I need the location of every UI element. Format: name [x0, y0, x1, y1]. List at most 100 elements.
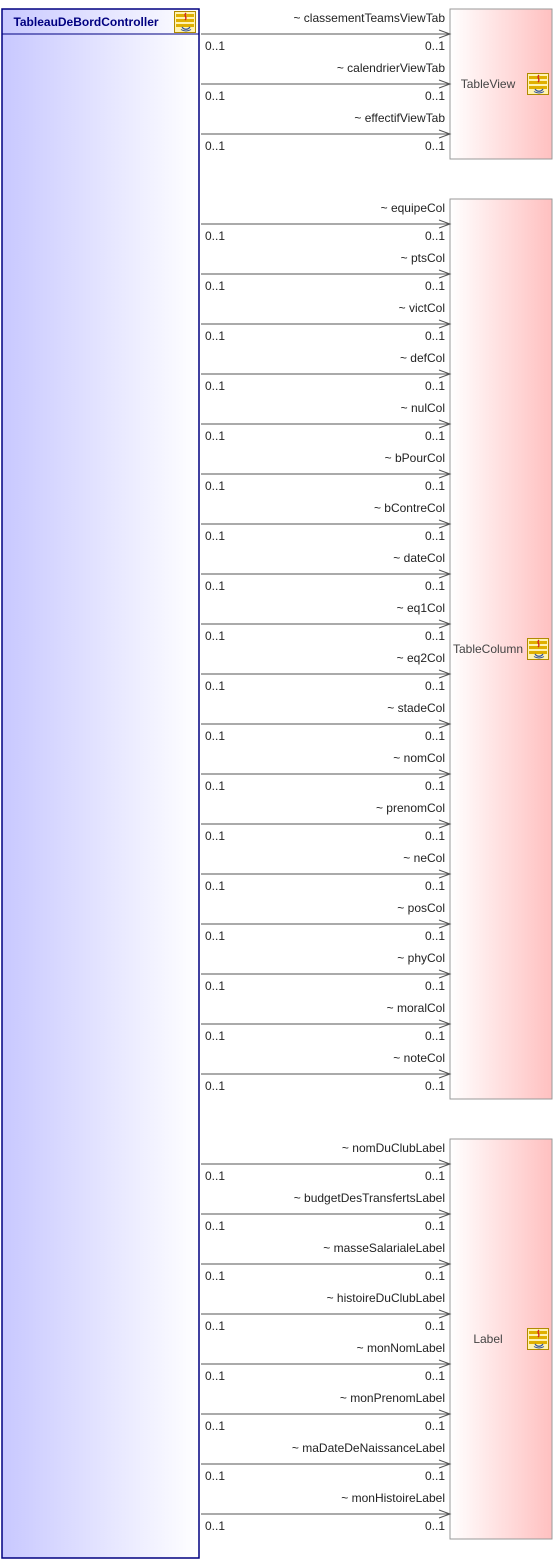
target-multiplicity: 0..1 — [425, 1029, 445, 1043]
target-multiplicity: 0..1 — [425, 479, 445, 493]
association[interactable]: ~ bContreCol 0..1 0..1 — [201, 501, 452, 543]
role-label: ~ eq2Col — [397, 651, 445, 665]
role-label: ~ maDateDeNaissanceLabel — [292, 1441, 445, 1455]
role-label: ~ bContreCol — [374, 501, 445, 515]
source-multiplicity: 0..1 — [205, 779, 225, 793]
class-diagram: TableauDeBordController TableView TableCo… — [1, 8, 553, 1559]
class-name-tablecolumn: TableColumn — [453, 642, 523, 656]
association[interactable]: ~ monHistoireLabel 0..1 0..1 — [201, 1491, 452, 1533]
role-label: ~ masseSalarialeLabel — [323, 1241, 445, 1255]
association[interactable]: ~ ptsCol 0..1 0..1 — [201, 251, 452, 293]
target-multiplicity: 0..1 — [425, 1319, 445, 1333]
role-label: ~ neCol — [403, 851, 445, 865]
java-class-icon — [527, 73, 549, 95]
association[interactable]: ~ eq2Col 0..1 0..1 — [201, 651, 452, 693]
role-label: ~ histoireDuClubLabel — [327, 1291, 445, 1305]
role-label: ~ nomCol — [393, 751, 445, 765]
role-label: ~ classementTeamsViewTab — [293, 11, 445, 25]
association[interactable]: ~ maDateDeNaissanceLabel 0..1 0..1 — [201, 1441, 452, 1483]
source-multiplicity: 0..1 — [205, 1269, 225, 1283]
association[interactable]: ~ monPrenomLabel 0..1 0..1 — [201, 1391, 452, 1433]
target-multiplicity: 0..1 — [425, 629, 445, 643]
target-multiplicity: 0..1 — [425, 879, 445, 893]
role-label: ~ noteCol — [393, 1051, 445, 1065]
target-multiplicity: 0..1 — [425, 1079, 445, 1093]
controller-class-box[interactable] — [1, 8, 200, 1559]
target-multiplicity: 0..1 — [425, 379, 445, 393]
association[interactable]: ~ nulCol 0..1 0..1 — [201, 401, 452, 443]
target-multiplicity: 0..1 — [425, 979, 445, 993]
target-multiplicity: 0..1 — [425, 1269, 445, 1283]
target-multiplicity: 0..1 — [425, 529, 445, 543]
association[interactable]: ~ classementTeamsViewTab 0..1 0..1 — [201, 11, 452, 53]
source-multiplicity: 0..1 — [205, 1369, 225, 1383]
association[interactable]: ~ defCol 0..1 0..1 — [201, 351, 452, 393]
target-multiplicity: 0..1 — [425, 579, 445, 593]
target-multiplicity: 0..1 — [425, 779, 445, 793]
association[interactable]: ~ neCol 0..1 0..1 — [201, 851, 452, 893]
association[interactable]: ~ moralCol 0..1 0..1 — [201, 1001, 452, 1043]
target-multiplicity: 0..1 — [425, 1519, 445, 1533]
role-label: ~ monPrenomLabel — [340, 1391, 445, 1405]
association[interactable]: ~ dateCol 0..1 0..1 — [201, 551, 452, 593]
source-multiplicity: 0..1 — [205, 979, 225, 993]
source-multiplicity: 0..1 — [205, 529, 225, 543]
source-multiplicity: 0..1 — [205, 1029, 225, 1043]
role-label: ~ prenomCol — [376, 801, 445, 815]
source-multiplicity: 0..1 — [205, 89, 225, 103]
role-label: ~ phyCol — [397, 951, 445, 965]
association[interactable]: ~ nomCol 0..1 0..1 — [201, 751, 452, 793]
source-multiplicity: 0..1 — [205, 929, 225, 943]
role-label: ~ monNomLabel — [357, 1341, 445, 1355]
association[interactable]: ~ budgetDesTransfertsLabel 0..1 0..1 — [201, 1191, 452, 1233]
target-multiplicity: 0..1 — [425, 829, 445, 843]
source-multiplicity: 0..1 — [205, 1519, 225, 1533]
role-label: ~ bPourCol — [385, 451, 445, 465]
association[interactable]: ~ effectifViewTab 0..1 0..1 — [201, 111, 452, 153]
source-multiplicity: 0..1 — [205, 1469, 225, 1483]
target-multiplicity: 0..1 — [425, 89, 445, 103]
target-multiplicity: 0..1 — [425, 1369, 445, 1383]
source-multiplicity: 0..1 — [205, 429, 225, 443]
controller-class-name: TableauDeBordController — [13, 15, 158, 29]
source-multiplicity: 0..1 — [205, 729, 225, 743]
target-multiplicity: 0..1 — [425, 1219, 445, 1233]
association[interactable]: ~ phyCol 0..1 0..1 — [201, 951, 452, 993]
association[interactable]: ~ prenomCol 0..1 0..1 — [201, 801, 452, 843]
target-multiplicity: 0..1 — [425, 1169, 445, 1183]
role-label: ~ moralCol — [387, 1001, 445, 1015]
association[interactable]: ~ equipeCol 0..1 0..1 — [201, 201, 452, 243]
target-multiplicity: 0..1 — [425, 429, 445, 443]
source-multiplicity: 0..1 — [205, 1079, 225, 1093]
source-multiplicity: 0..1 — [205, 1419, 225, 1433]
source-multiplicity: 0..1 — [205, 39, 225, 53]
target-multiplicity: 0..1 — [425, 39, 445, 53]
association[interactable]: ~ stadeCol 0..1 0..1 — [201, 701, 452, 743]
association[interactable]: ~ posCol 0..1 0..1 — [201, 901, 452, 943]
association[interactable]: ~ masseSalarialeLabel 0..1 0..1 — [201, 1241, 452, 1283]
role-label: ~ victCol — [399, 301, 445, 315]
target-multiplicity: 0..1 — [425, 329, 445, 343]
class-name-tableview: TableView — [461, 77, 516, 91]
source-multiplicity: 0..1 — [205, 479, 225, 493]
role-label: ~ dateCol — [393, 551, 445, 565]
class-name-label: Label — [473, 1332, 502, 1346]
association[interactable]: ~ nomDuClubLabel 0..1 0..1 — [201, 1141, 452, 1183]
association[interactable]: ~ bPourCol 0..1 0..1 — [201, 451, 452, 493]
association[interactable]: ~ calendrierViewTab 0..1 0..1 — [201, 61, 452, 103]
association[interactable]: ~ histoireDuClubLabel 0..1 0..1 — [201, 1291, 452, 1333]
target-multiplicity: 0..1 — [425, 1419, 445, 1433]
association[interactable]: ~ eq1Col 0..1 0..1 — [201, 601, 452, 643]
role-label: ~ stadeCol — [387, 701, 445, 715]
java-class-icon — [174, 11, 196, 33]
association[interactable]: ~ noteCol 0..1 0..1 — [201, 1051, 452, 1093]
target-multiplicity: 0..1 — [425, 279, 445, 293]
role-label: ~ monHistoireLabel — [341, 1491, 445, 1505]
source-multiplicity: 0..1 — [205, 379, 225, 393]
source-multiplicity: 0..1 — [205, 279, 225, 293]
source-multiplicity: 0..1 — [205, 1169, 225, 1183]
association[interactable]: ~ monNomLabel 0..1 0..1 — [201, 1341, 452, 1383]
role-label: ~ calendrierViewTab — [337, 61, 446, 75]
role-label: ~ nulCol — [401, 401, 445, 415]
association[interactable]: ~ victCol 0..1 0..1 — [201, 301, 452, 343]
